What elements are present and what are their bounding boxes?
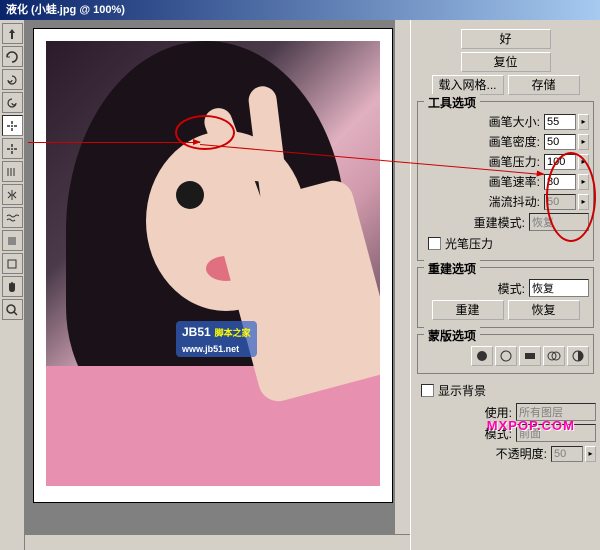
watermark-jb51: JB51 脚本之家 www.jb51.net bbox=[176, 321, 257, 357]
forward-warp-tool[interactable] bbox=[2, 23, 23, 44]
mask-options-section: 蒙版选项 bbox=[417, 334, 594, 374]
brush-rate-spinner[interactable]: ▸ bbox=[578, 174, 589, 190]
mode-label: 模式: bbox=[422, 280, 525, 297]
turb-jitter-spinner: ▸ bbox=[578, 194, 589, 210]
workspace: JB51 脚本之家 www.jb51.net MXPOP.COM 好 复位 载入… bbox=[0, 20, 600, 550]
mask-options-legend: 蒙版选项 bbox=[424, 327, 480, 344]
mask-invert-icon[interactable] bbox=[567, 346, 589, 366]
brush-size-input[interactable] bbox=[544, 114, 576, 130]
opacity-spinner: ▸ bbox=[585, 446, 596, 462]
mode-select[interactable]: 恢复 bbox=[529, 279, 589, 297]
reconstruct-tool[interactable] bbox=[2, 46, 23, 67]
zoom-tool[interactable] bbox=[2, 299, 23, 320]
thaw-mask-tool[interactable] bbox=[2, 253, 23, 274]
reconstruct-mode-select: 恢复 bbox=[529, 213, 589, 231]
pen-pressure-label: 光笔压力 bbox=[445, 235, 493, 252]
brush-density-label: 画笔密度: bbox=[422, 133, 540, 150]
load-mesh-button[interactable]: 载入网格... bbox=[432, 75, 504, 95]
mask-add-icon[interactable] bbox=[495, 346, 517, 366]
tool-options-section: 工具选项 画笔大小: ▸ 画笔密度: ▸ 画笔压力: ▸ 画笔速率: ▸ bbox=[417, 101, 594, 261]
mask-replace-icon[interactable] bbox=[471, 346, 493, 366]
rebuild-options-section: 重建选项 模式: 恢复 重建 恢复 bbox=[417, 267, 594, 328]
canvas-area: JB51 脚本之家 www.jb51.net MXPOP.COM bbox=[25, 20, 410, 550]
brush-pressure-input[interactable] bbox=[544, 154, 576, 170]
show-bg-checkbox[interactable] bbox=[421, 384, 434, 397]
pucker-tool[interactable] bbox=[2, 115, 23, 136]
rebuild-options-legend: 重建选项 bbox=[424, 260, 480, 277]
canvas[interactable]: JB51 脚本之家 www.jb51.net bbox=[33, 28, 393, 503]
opacity-input bbox=[551, 446, 583, 462]
restore-button[interactable]: 恢复 bbox=[508, 300, 580, 320]
window-title: 液化 (小蛙.jpg @ 100%) bbox=[0, 0, 600, 20]
reset-button[interactable]: 复位 bbox=[461, 52, 551, 72]
mirror-tool[interactable] bbox=[2, 184, 23, 205]
bloat-tool[interactable] bbox=[2, 138, 23, 159]
pen-pressure-checkbox[interactable] bbox=[428, 237, 441, 250]
mask-intersect-icon[interactable] bbox=[543, 346, 565, 366]
opacity-label: 不透明度: bbox=[415, 445, 547, 462]
photo-preview: JB51 脚本之家 www.jb51.net bbox=[46, 41, 380, 486]
tool-options-legend: 工具选项 bbox=[424, 94, 480, 111]
reconstruct-mode-label: 重建模式: bbox=[422, 214, 525, 231]
vertical-scrollbar[interactable] bbox=[394, 20, 410, 550]
horizontal-scrollbar[interactable] bbox=[25, 534, 410, 550]
brush-density-input[interactable] bbox=[544, 134, 576, 150]
rebuild-button[interactable]: 重建 bbox=[432, 300, 504, 320]
twirl-ccw-tool[interactable] bbox=[2, 92, 23, 113]
brush-rate-label: 画笔速率: bbox=[422, 173, 540, 190]
turbulence-tool[interactable] bbox=[2, 207, 23, 228]
turb-jitter-input bbox=[544, 194, 576, 210]
hand-tool[interactable] bbox=[2, 276, 23, 297]
push-left-tool[interactable] bbox=[2, 161, 23, 182]
save-mesh-button[interactable]: 存储 bbox=[508, 75, 580, 95]
toolbar bbox=[0, 20, 25, 550]
brush-pressure-spinner[interactable]: ▸ bbox=[578, 154, 589, 170]
brush-density-spinner[interactable]: ▸ bbox=[578, 134, 589, 150]
freeze-mask-tool[interactable] bbox=[2, 230, 23, 251]
brush-size-spinner[interactable]: ▸ bbox=[578, 114, 589, 130]
turb-jitter-label: 湍流抖动: bbox=[422, 193, 540, 210]
ok-button[interactable]: 好 bbox=[461, 29, 551, 49]
brush-rate-input[interactable] bbox=[544, 174, 576, 190]
mask-subtract-icon[interactable] bbox=[519, 346, 541, 366]
show-bg-label: 显示背景 bbox=[438, 382, 486, 399]
options-panel: 好 复位 载入网格... 存储 工具选项 画笔大小: ▸ 画笔密度: ▸ 画笔压… bbox=[410, 20, 600, 550]
twirl-cw-tool[interactable] bbox=[2, 69, 23, 90]
brush-size-label: 画笔大小: bbox=[422, 113, 540, 130]
brush-pressure-label: 画笔压力: bbox=[422, 153, 540, 170]
watermark-mxpop: MXPOP.COM bbox=[487, 418, 575, 433]
